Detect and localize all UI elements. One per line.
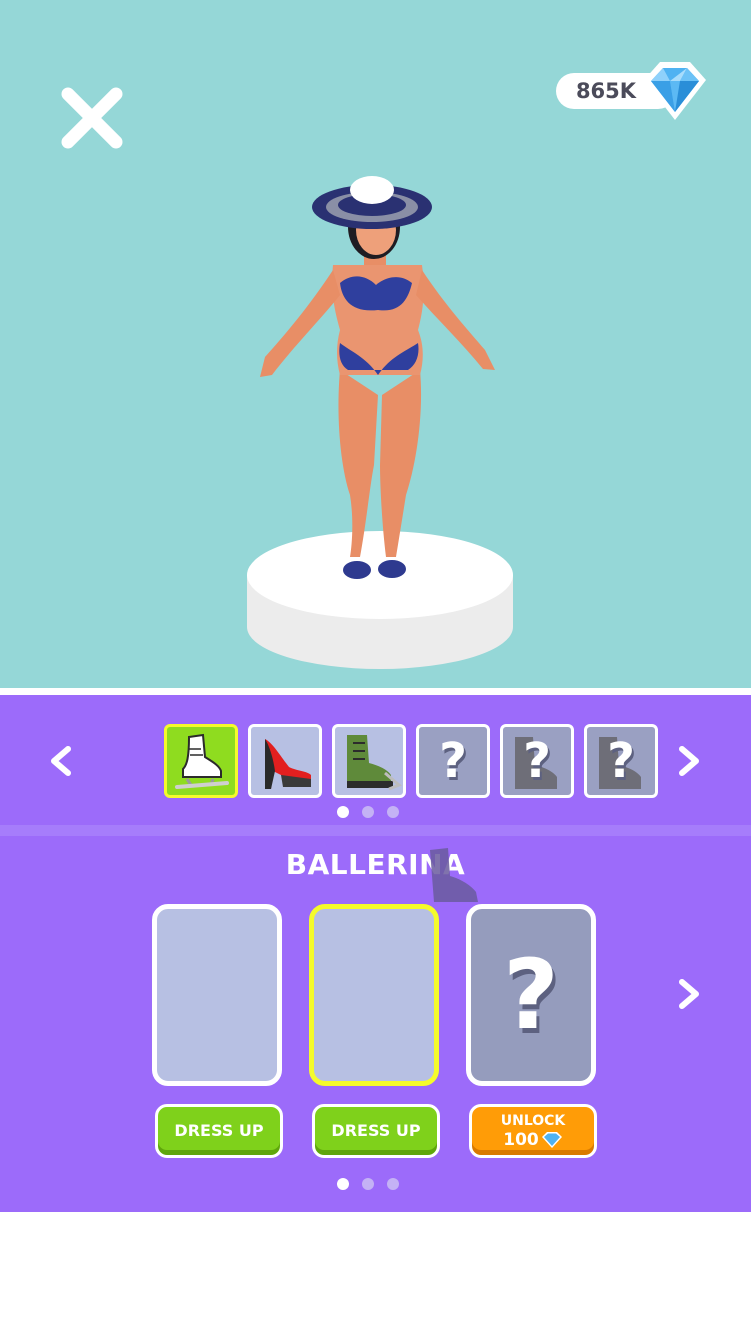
unlock-price: 100 [472, 1130, 594, 1150]
price-value: 100 [503, 1130, 539, 1150]
question-mark-icon: ? [439, 733, 467, 789]
page-dot [362, 806, 374, 818]
dress-up-button[interactable]: DRESS UP [155, 1104, 283, 1158]
character-model [247, 176, 513, 669]
pedestal [247, 531, 513, 669]
shoe-slot-ice-skate[interactable] [164, 724, 238, 798]
shoe-slot-locked[interactable]: ? [584, 724, 658, 798]
shoe-slot-combat-boot[interactable] [332, 724, 406, 798]
page-dot [337, 806, 349, 818]
question-mark-icon: ? [607, 733, 635, 789]
chevron-right-icon[interactable] [676, 745, 702, 777]
dress-up-label: DRESS UP [331, 1121, 421, 1140]
page-dot [337, 1178, 349, 1190]
outfit-page-indicator [337, 1178, 399, 1190]
dress-up-button[interactable]: DRESS UP [312, 1104, 440, 1158]
shoe-slot-locked[interactable]: ? [500, 724, 574, 798]
dragged-boot-icon [430, 848, 478, 902]
outfit-card[interactable] [152, 904, 282, 1086]
red-high-heel-icon [265, 739, 311, 789]
dress-up-label: DRESS UP [174, 1121, 264, 1140]
chevron-right-icon[interactable] [676, 978, 702, 1010]
shoe-page-indicator [337, 806, 399, 818]
question-mark-icon: ? [523, 733, 551, 789]
section-title: BALLERINA [285, 848, 466, 881]
diamond-icon [541, 1132, 562, 1148]
outfit-card-locked[interactable]: ? [466, 904, 596, 1086]
green-combat-boot-icon [347, 735, 402, 791]
page-dot [387, 806, 399, 818]
unlock-button[interactable]: UNLOCK 100 [469, 1104, 597, 1158]
diamond-icon [644, 62, 706, 120]
chevron-left-icon[interactable] [48, 745, 74, 777]
panel-separator [0, 825, 751, 836]
close-x-icon[interactable] [58, 84, 126, 152]
shoe-slot-high-heel[interactable] [248, 724, 322, 798]
unlock-label: UNLOCK [500, 1113, 566, 1129]
section-divider [0, 688, 751, 695]
outfit-card-selected[interactable] [309, 904, 439, 1086]
ice-skate-icon [175, 733, 229, 789]
page-dot [387, 1178, 399, 1190]
shoe-slot-locked[interactable]: ? [416, 724, 490, 798]
question-mark-icon: ? [503, 939, 559, 1051]
gem-counter: 865K [556, 58, 712, 126]
page-dot [362, 1178, 374, 1190]
